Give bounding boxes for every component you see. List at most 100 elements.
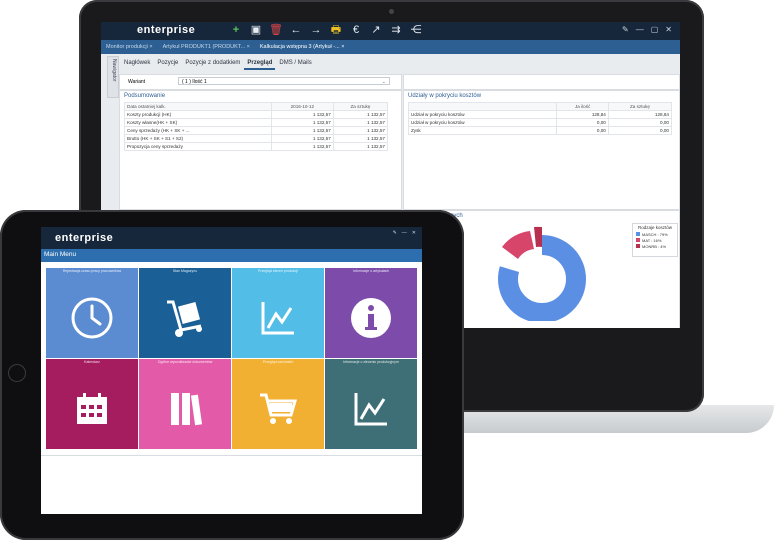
tile-production-order-info[interactable]: Informacje o zleceniu produkcyjnym bbox=[325, 359, 417, 449]
variant-panel: Wariant ( 1 ) Ilość 1 ⌄ bbox=[119, 74, 402, 90]
legend-item: MASCH : 79% bbox=[636, 232, 677, 237]
table-row[interactable]: Zysk 0,00 0,00 bbox=[407, 126, 673, 135]
hand-truck-icon bbox=[167, 300, 202, 337]
legend-swatch bbox=[636, 232, 640, 236]
main-menu-title: Main Menu bbox=[44, 251, 77, 258]
summary-header: Data ostatniej kalk. bbox=[124, 102, 272, 111]
tile-label: Stan Magazynu bbox=[172, 269, 198, 273]
close-icon[interactable]: ✕ bbox=[412, 230, 416, 236]
add-icon[interactable]: + bbox=[229, 24, 243, 37]
row-value: 1 132,57 bbox=[270, 126, 334, 135]
forward-arrow-icon[interactable]: → bbox=[309, 24, 323, 37]
tablet-home-button[interactable] bbox=[8, 364, 26, 382]
tab-calculation[interactable]: Kalkulacja wstępna 3 (Artykuł -... × bbox=[255, 44, 350, 50]
table-row[interactable]: Brutto (HK + SK + S1 + S2) 1 132,57 1 132,… bbox=[124, 134, 389, 143]
save-icon[interactable]: ▣ bbox=[249, 24, 263, 37]
navigator-strip[interactable]: Nawigator bbox=[107, 56, 119, 98]
donut-slice-mat bbox=[502, 231, 534, 259]
app-topbar: enterprise + ▣ 🗑 ← → 🖶 € ↗ ⇉ ⋲ ✎ — ▢ ✕ bbox=[101, 22, 680, 40]
chart-legend: Rodzaje kosztów MASCH : 79% MAT : 16% MO… bbox=[632, 223, 678, 257]
table-row[interactable]: Koszty produkcji (HK) 1 132,57 1 132,57 bbox=[124, 110, 389, 119]
row-label: Udział w pokryciu kosztów bbox=[407, 118, 558, 127]
tile-label: Kalendarz bbox=[84, 360, 100, 364]
info-icon bbox=[351, 297, 391, 338]
subtab-header[interactable]: Nagłówek bbox=[121, 58, 153, 70]
navigator-label: Nawigator bbox=[111, 59, 117, 82]
table-row[interactable]: Udział w pokryciu kosztów 0,00 0,00 bbox=[407, 118, 673, 127]
row-value: 0,00 bbox=[607, 126, 673, 135]
row-value: 1 132,57 bbox=[332, 134, 389, 143]
subtab-overview[interactable]: Przegląd bbox=[244, 58, 276, 70]
table-row[interactable]: Propozycja ceny sprzedaży 1 132,57 1 132,5… bbox=[124, 142, 389, 151]
minimize-icon[interactable]: — bbox=[402, 230, 407, 236]
summary-panel: Podsumowanie Data ostatniej kalk. 2016-1… bbox=[119, 90, 402, 210]
table-row[interactable]: Koszty własne(HK + SK) 1 132,57 1 132,57 bbox=[124, 118, 389, 127]
row-value: 0,00 bbox=[556, 118, 609, 127]
document-tabs: Monitor produkcji × Artykuł PRODUKT1 (PR… bbox=[101, 40, 680, 54]
shares-header: Za sztukę bbox=[607, 102, 673, 111]
delete-icon[interactable]: 🗑 bbox=[269, 24, 283, 37]
share-icon[interactable]: ↗ bbox=[369, 24, 383, 37]
tab-article[interactable]: Artykuł PRODUKT1 (PRODUKT... × bbox=[158, 44, 255, 50]
table-row[interactable]: Ceny sprzedaży (HK + SK + ... 1 132,57 1 1… bbox=[124, 126, 389, 135]
tile-article-info[interactable]: Informacje o artykułach bbox=[325, 268, 417, 358]
legend-title: Rodzaje kosztów bbox=[637, 225, 673, 230]
tile-calendar[interactable]: Kalendarz bbox=[46, 359, 138, 449]
subtab-dms[interactable]: DMS / Mails bbox=[276, 58, 314, 70]
legend-swatch bbox=[636, 244, 640, 248]
cart-icon bbox=[260, 393, 297, 424]
tile-orders-overview[interactable]: Przegląd zamówień bbox=[232, 359, 324, 449]
row-value: 1 132,57 bbox=[332, 142, 389, 151]
euro-icon[interactable]: € bbox=[349, 24, 363, 37]
tile-label: Ogólne wyszukiwanie dokumentów bbox=[157, 360, 213, 364]
summary-header: 2016-10-12 bbox=[270, 102, 334, 111]
subtab-positions[interactable]: Pozycje bbox=[154, 58, 181, 70]
row-label: Propozycja ceny sprzedaży bbox=[124, 142, 272, 151]
pin-icon[interactable]: ✎ bbox=[393, 230, 397, 236]
back-arrow-icon[interactable]: ← bbox=[289, 24, 303, 37]
tablet-divider bbox=[41, 455, 422, 456]
table-row[interactable]: Udział w pokryciu kosztów 128,84 128,84 bbox=[407, 110, 673, 119]
tile-production-orders[interactable]: Przegląd zleceń produkcji bbox=[232, 268, 324, 358]
transfer-icon[interactable]: ⇉ bbox=[389, 24, 403, 37]
legend-item: MAT : 16% bbox=[636, 238, 677, 243]
row-label: Zysk bbox=[407, 126, 558, 135]
legend-item: MONRB : 4% bbox=[636, 244, 677, 249]
close-icon[interactable]: ✕ bbox=[665, 25, 672, 34]
variant-label: Wariant bbox=[128, 79, 146, 85]
menu-tiles: Rejestracja czasu pracy pracowników Stan… bbox=[46, 268, 417, 449]
tile-label: Rejestracja czasu pracy pracowników bbox=[62, 269, 122, 273]
maximize-icon[interactable]: ▢ bbox=[651, 25, 659, 34]
chevron-down-icon: ⌄ bbox=[381, 79, 386, 85]
subtab-positions-extra[interactable]: Pozycje z dodatkiem bbox=[182, 58, 243, 70]
chart-icon bbox=[261, 301, 294, 334]
pin-icon[interactable]: ✎ bbox=[622, 25, 629, 34]
variant-select[interactable]: ( 1 ) Ilość 1 ⌄ bbox=[178, 77, 390, 85]
row-value: 1 132,57 bbox=[270, 134, 334, 143]
row-value: 0,00 bbox=[556, 126, 609, 135]
summary-table: Data ostatniej kalk. 2016-10-12 Za sztuk… bbox=[124, 102, 389, 151]
row-value: 1 132,57 bbox=[270, 110, 334, 119]
legend-label: MAT : 16% bbox=[642, 238, 662, 243]
hierarchy-icon[interactable]: ⋲ bbox=[409, 24, 423, 37]
tile-stock[interactable]: Stan Magazynu bbox=[139, 268, 231, 358]
tile-time-registration[interactable]: Rejestracja czasu pracy pracowników bbox=[46, 268, 138, 358]
tile-label: Informacje o zleceniu produkcyjnym bbox=[343, 360, 399, 364]
books-icon bbox=[171, 392, 203, 425]
legend-label: MONRB : 4% bbox=[642, 244, 667, 249]
row-value: 1 132,57 bbox=[270, 118, 334, 127]
donut-slice-monrb bbox=[534, 226, 542, 247]
tile-document-search[interactable]: Ogólne wyszukiwanie dokumentów bbox=[139, 359, 231, 449]
row-value: 128,84 bbox=[607, 110, 673, 119]
shares-header bbox=[407, 102, 558, 111]
line-chart-icon bbox=[354, 392, 387, 425]
row-label: Koszty własne(HK + SK) bbox=[124, 118, 272, 127]
row-value: 0,00 bbox=[607, 118, 673, 127]
tile-label: Przegląd zleceń produkcji bbox=[258, 269, 298, 273]
minimize-icon[interactable]: — bbox=[636, 25, 644, 34]
row-label: Brutto (HK + SK + S1 + S2) bbox=[124, 134, 272, 143]
summary-header: Za sztukę bbox=[332, 102, 389, 111]
print-icon[interactable]: 🖶 bbox=[329, 24, 343, 37]
tab-monitor[interactable]: Monitor produkcji × bbox=[101, 44, 158, 50]
shares-table: Ja ilość Za sztukę Udział w pokryciu kos… bbox=[407, 102, 673, 135]
